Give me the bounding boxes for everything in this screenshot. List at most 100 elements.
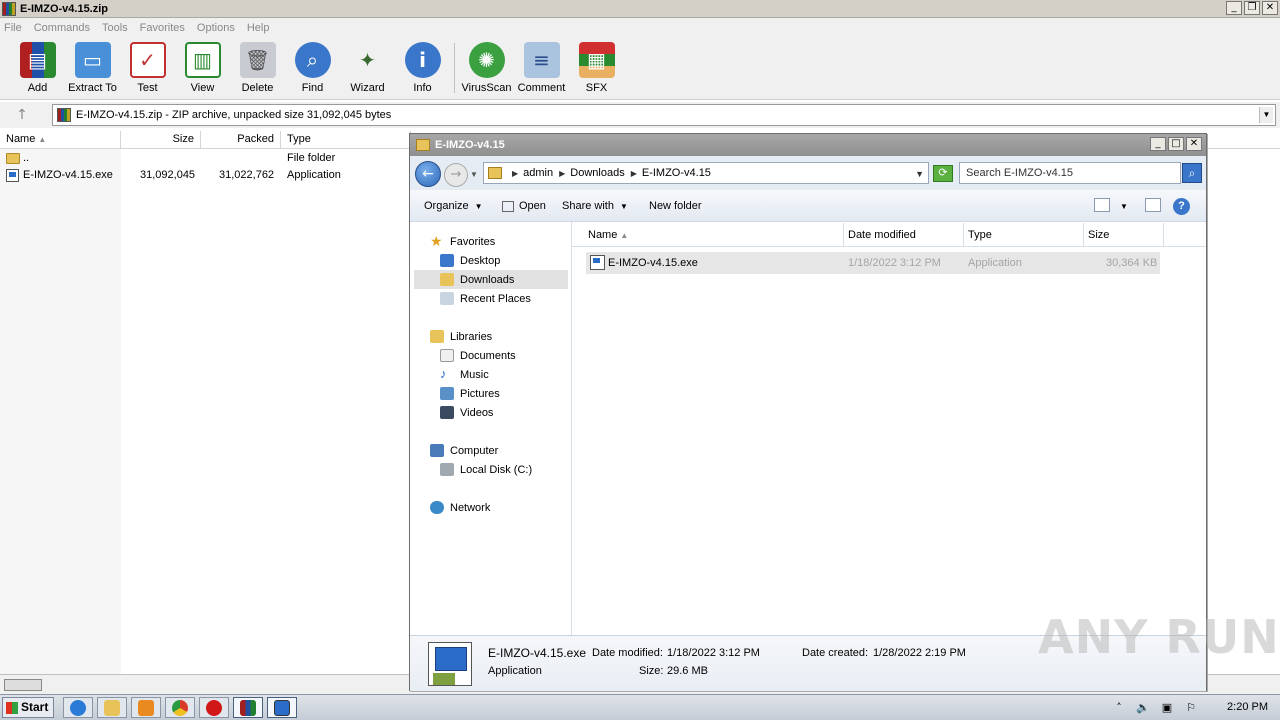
close-button[interactable]: ✕ (1186, 137, 1202, 151)
breadcrumb-current[interactable]: E-IMZO-v4.15 (642, 167, 711, 179)
wizard-button[interactable]: ✦ Wizard (340, 38, 395, 98)
winrar-taskbar-button[interactable] (233, 697, 263, 718)
delete-icon: 🗑 (239, 42, 276, 78)
delete-button[interactable]: 🗑 Delete (230, 38, 285, 98)
breadcrumb-separator-icon[interactable]: ▶ (559, 169, 565, 178)
star-icon: ★ (430, 233, 443, 249)
volume-icon[interactable]: 🔈 (1136, 701, 1150, 715)
documents-icon (440, 349, 454, 362)
chevron-down-icon[interactable]: ▼ (915, 169, 924, 179)
exe-file-icon (590, 255, 605, 270)
col-name[interactable]: Name ▲ (584, 223, 844, 247)
col-packed[interactable]: Packed (201, 131, 281, 149)
test-button[interactable]: ✓ Test (120, 38, 175, 98)
col-date-modified[interactable]: Date modified (844, 223, 964, 247)
view-options-icon[interactable] (1094, 198, 1110, 212)
new-folder-button[interactable]: New folder (649, 200, 702, 212)
add-button[interactable]: ▤ Add (10, 38, 65, 98)
flag-icon[interactable]: ⚐ (1184, 701, 1198, 715)
list-item[interactable]: E-IMZO-v4.15.exe 31,092,045 31,022,762 A… (0, 167, 410, 184)
comment-button[interactable]: ≡ Comment (514, 38, 569, 98)
chevron-down-icon[interactable]: ▼ (1120, 202, 1128, 211)
taskbar: Start ˄ 🔈 ▣ ⚐ 2:20 PM (0, 694, 1280, 720)
media-player-taskbar-button[interactable] (131, 697, 161, 718)
navigation-pane: ★ Favorites Desktop Downloads Recent Plac… (410, 222, 572, 635)
breadcrumb-separator-icon[interactable]: ▶ (631, 169, 637, 178)
opera-taskbar-button[interactable] (199, 697, 229, 718)
nav-item-libraries[interactable]: Libraries (430, 327, 588, 346)
sfx-icon: ▦ (578, 42, 615, 78)
nav-item-favorites[interactable]: ★ Favorites (430, 232, 588, 251)
restore-button[interactable]: ❐ (1244, 1, 1260, 15)
videos-icon (440, 406, 454, 419)
search-input[interactable]: Search E-IMZO-v4.15 (959, 162, 1181, 184)
virusscan-button[interactable]: ✺ VirusScan (459, 38, 514, 98)
local-disk-icon (440, 463, 454, 476)
col-type[interactable]: Type (281, 131, 411, 149)
view-icon: ▥ (184, 42, 221, 78)
col-type[interactable]: Type (964, 223, 1084, 247)
network-tray-icon[interactable]: ▣ (1160, 701, 1174, 715)
explorer-title-bar: E-IMZO-v4.15 _ □ ✕ (410, 134, 1206, 156)
share-with-button[interactable]: Share with ▼ (562, 200, 628, 212)
name-column-shade (0, 149, 121, 674)
explorer-window-title: E-IMZO-v4.15 (435, 139, 505, 151)
view-button[interactable]: ▥ View (175, 38, 230, 98)
recent-pages-chevron-icon[interactable]: ▼ (470, 170, 478, 179)
opera-icon (206, 699, 222, 716)
refresh-icon[interactable]: ⟳ (933, 165, 953, 182)
menu-tools[interactable]: Tools (102, 22, 128, 34)
content-header: Name ▲ Date modified Type Size (572, 223, 1206, 247)
menu-favorites[interactable]: Favorites (140, 22, 185, 34)
nav-item-computer[interactable]: Computer (430, 441, 588, 460)
start-button[interactable]: Start (2, 697, 54, 718)
watermark: ANY RUN (1038, 610, 1280, 664)
menu-commands[interactable]: Commands (34, 22, 90, 34)
breadcrumb-admin[interactable]: admin (523, 167, 553, 179)
show-hidden-icons-icon[interactable]: ˄ (1112, 701, 1126, 715)
music-icon: ♪ (440, 366, 447, 381)
organize-button[interactable]: Organize ▼ (424, 200, 483, 212)
breadcrumb[interactable]: ▶ admin ▶ Downloads ▶ E-IMZO-v4.15 ▼ (483, 162, 929, 184)
computer-icon (430, 444, 444, 457)
internet-explorer-icon (70, 699, 86, 716)
drive-icon (4, 678, 42, 691)
minimize-button[interactable]: _ (1226, 1, 1242, 15)
table-row[interactable]: E-IMZO-v4.15.exe 1/18/2022 3:12 PM Appli… (586, 252, 1160, 274)
col-size[interactable]: Size (1084, 223, 1164, 247)
menu-file[interactable]: File (4, 22, 22, 34)
chrome-taskbar-button[interactable] (165, 697, 195, 718)
explorer-taskbar-button[interactable] (97, 697, 127, 718)
extract-to-button[interactable]: ▭ Extract To (65, 38, 120, 98)
winrar-toolbar: ▤ Add ▭ Extract To ✓ Test ▥ View 🗑 Delet… (0, 38, 1280, 100)
list-item[interactable]: .. File folder (0, 150, 410, 167)
menu-options[interactable]: Options (197, 22, 235, 34)
breadcrumb-separator-icon[interactable]: ▶ (512, 169, 518, 178)
up-arrow-icon[interactable]: ↑ (0, 104, 44, 126)
close-button[interactable]: ✕ (1262, 1, 1278, 15)
chevron-down-icon[interactable]: ▼ (1259, 107, 1273, 123)
sfx-button[interactable]: ▦ SFX (569, 38, 624, 98)
search-icon[interactable]: ⌕ (1182, 163, 1202, 183)
explorer-window: E-IMZO-v4.15 _ □ ✕ ← → ▼ ▶ admin ▶ Downl… (409, 133, 1207, 691)
archive-path-field[interactable]: E-IMZO-v4.15.zip - ZIP archive, unpacked… (52, 104, 1276, 126)
minimize-button[interactable]: _ (1150, 137, 1166, 151)
info-icon: i (404, 42, 441, 78)
find-button[interactable]: ⌕ Find (285, 38, 340, 98)
open-button[interactable]: Open (502, 200, 546, 212)
col-name[interactable]: Name ▲ (0, 131, 121, 149)
maximize-button[interactable]: □ (1168, 137, 1184, 151)
back-arrow-icon[interactable]: ← (415, 161, 441, 187)
clock[interactable]: 2:20 PM (1227, 701, 1268, 713)
preview-pane-icon[interactable] (1145, 198, 1161, 212)
menu-help[interactable]: Help (247, 22, 270, 34)
nav-item-downloads[interactable]: Downloads (414, 270, 568, 289)
ie-taskbar-button[interactable] (63, 697, 93, 718)
forward-arrow-icon[interactable]: → (444, 163, 468, 187)
nav-item-network[interactable]: Network (430, 498, 588, 517)
info-button[interactable]: i Info (395, 38, 450, 98)
installer-taskbar-button[interactable] (267, 697, 297, 718)
breadcrumb-downloads[interactable]: Downloads (570, 167, 624, 179)
col-size[interactable]: Size (121, 131, 201, 149)
help-icon[interactable]: ? (1173, 198, 1190, 215)
